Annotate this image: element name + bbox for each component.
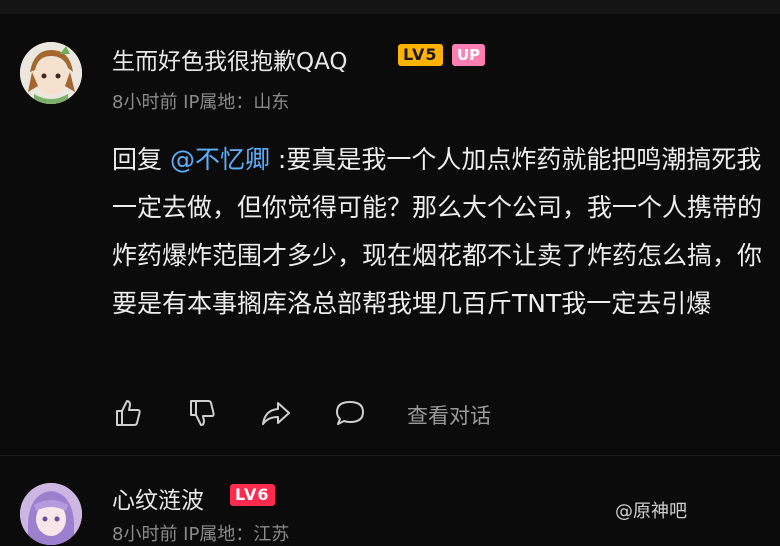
top-edge [0, 0, 780, 14]
level-badge: LV6 [230, 484, 275, 506]
avatar[interactable] [20, 483, 82, 545]
comment-body: 回复 @不忆卿 :要真是我一个人加点炸药就能把鸣潮搞死我一定去做，但你觉得可能？… [112, 136, 762, 328]
thumbs-up-icon [116, 400, 141, 426]
like-button[interactable] [112, 394, 144, 432]
username[interactable]: 心纹涟波 [112, 481, 204, 515]
thumbs-down-icon [190, 400, 215, 426]
comment-meta: 8小时前 IP属地：山东 [112, 92, 290, 113]
up-badge: UP [452, 44, 486, 66]
avatar-image [20, 483, 82, 545]
view-conversation-link[interactable]: 查看对话 [407, 400, 491, 430]
reply-button[interactable] [334, 394, 366, 432]
watermark: @原神吧 [615, 501, 687, 522]
username[interactable]: 生而好色我很抱歉QAQ [112, 42, 348, 76]
comment-icon [336, 401, 364, 425]
divider [0, 455, 780, 456]
avatar[interactable] [20, 42, 82, 104]
dislike-button[interactable] [186, 394, 218, 432]
avatar-image [20, 42, 82, 104]
share-icon [262, 402, 290, 425]
share-button[interactable] [260, 394, 292, 432]
mention-link[interactable]: @不忆卿 [170, 145, 270, 174]
reply-prefix: 回复 [112, 145, 170, 174]
comment-meta: 8小时前 IP属地：江苏 [112, 524, 290, 545]
level-badge: LV5 [398, 44, 443, 66]
